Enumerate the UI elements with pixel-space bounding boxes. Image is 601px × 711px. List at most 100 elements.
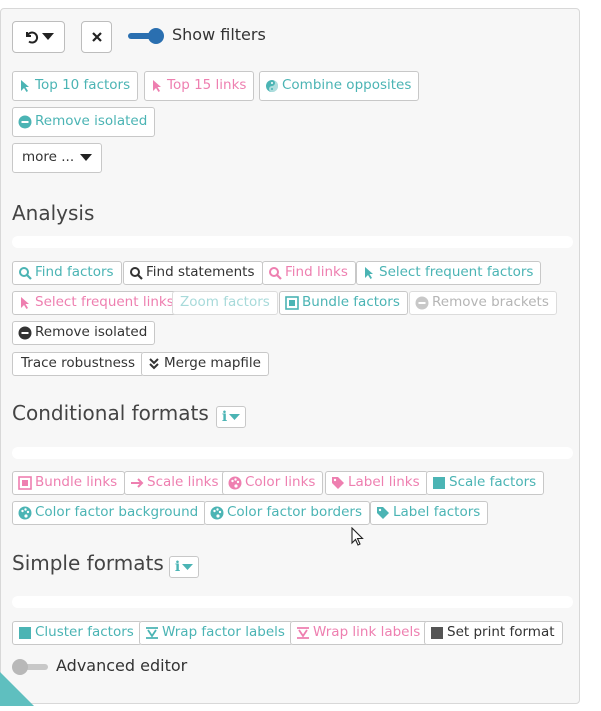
find-statements-button[interactable]: Find statements	[123, 261, 263, 285]
caret-down-icon	[182, 563, 194, 571]
select-frequent-factors-label: Select frequent factors	[379, 264, 534, 281]
bundle-icon	[285, 296, 299, 310]
color-links-label: Color links	[245, 474, 316, 491]
double-chevron-down-icon	[147, 357, 161, 371]
top-10-factors-label: Top 10 factors	[35, 77, 131, 94]
bundle-links-label: Bundle links	[35, 474, 118, 491]
minus-circle-icon	[18, 115, 32, 129]
simple-search-bar[interactable]	[12, 596, 573, 608]
scale-links-label: Scale links	[147, 474, 219, 491]
cluster-factors-button[interactable]: Cluster factors	[12, 621, 142, 645]
label-links-button[interactable]: Label links	[325, 471, 428, 495]
find-links-button[interactable]: Find links	[262, 261, 356, 285]
find-statements-label: Find statements	[146, 264, 255, 281]
remove-isolated-filter-button[interactable]: Remove isolated	[12, 107, 156, 137]
advanced-editor-toggle[interactable]	[12, 659, 50, 675]
undo-icon	[23, 29, 39, 45]
remove-brackets-label: Remove brackets	[432, 294, 549, 311]
arrow-right-icon	[130, 476, 144, 490]
find-links-label: Find links	[285, 264, 348, 281]
analysis-search-bar[interactable]	[12, 236, 573, 248]
square-icon	[432, 476, 446, 490]
color-factor-borders-label: Color factor borders	[227, 504, 362, 521]
zoom-factors-label: Zoom factors	[180, 294, 270, 311]
caret-down-icon	[80, 154, 93, 162]
scale-factors-label: Scale factors	[449, 474, 537, 491]
mouse-cursor-icon	[351, 526, 365, 551]
bundle-icon	[18, 476, 32, 490]
minus-circle-icon	[18, 326, 32, 340]
select-frequent-links-label: Select frequent links	[35, 294, 174, 311]
label-links-label: Label links	[348, 474, 420, 491]
cluster-factors-label: Cluster factors	[35, 624, 134, 641]
scale-factors-button[interactable]: Scale factors	[426, 471, 545, 495]
color-factor-background-label: Color factor background	[35, 504, 199, 521]
remove-isolated-button[interactable]: Remove isolated	[12, 321, 156, 345]
yin-yang-icon	[265, 79, 279, 93]
wrap-factor-labels-label: Wrap factor labels	[162, 624, 285, 641]
top-10-factors-button[interactable]: Top 10 factors	[12, 71, 139, 101]
conditional-search-bar[interactable]	[12, 447, 573, 459]
info-icon: i	[221, 409, 228, 425]
palette-icon	[18, 506, 32, 520]
find-factors-button[interactable]: Find factors	[12, 261, 122, 285]
search-icon	[129, 266, 143, 280]
wrap-factor-labels-button[interactable]: Wrap factor labels	[139, 621, 293, 645]
show-filters-label: Show filters	[172, 25, 266, 44]
color-links-button[interactable]: Color links	[222, 471, 324, 495]
simple-info-dropdown[interactable]: i	[169, 556, 199, 578]
show-filters-toggle[interactable]	[128, 28, 166, 44]
analysis-heading: Analysis	[12, 201, 95, 225]
remove-brackets-button[interactable]: Remove brackets	[409, 291, 557, 315]
remove-isolated-label: Remove isolated	[35, 324, 148, 341]
pointer-icon	[362, 266, 376, 280]
undo-dropdown-button[interactable]	[12, 21, 65, 53]
combine-opposites-label: Combine opposites	[282, 77, 412, 94]
select-frequent-factors-button[interactable]: Select frequent factors	[356, 261, 542, 285]
square-icon	[430, 626, 444, 640]
conditional-info-dropdown[interactable]: i	[216, 406, 246, 428]
wrap-text-icon	[145, 626, 159, 640]
palette-icon	[228, 476, 242, 490]
select-frequent-links-button[interactable]: Select frequent links	[12, 291, 182, 315]
more-dropdown-button[interactable]: more ...	[12, 143, 103, 173]
wrap-link-labels-button[interactable]: Wrap link labels	[290, 621, 429, 645]
combine-opposites-button[interactable]: Combine opposites	[259, 71, 420, 101]
caret-down-icon	[42, 33, 54, 41]
color-factor-background-button[interactable]: Color factor background	[12, 501, 207, 525]
color-factor-borders-button[interactable]: Color factor borders	[204, 501, 370, 525]
top-15-links-button[interactable]: Top 15 links	[144, 71, 255, 101]
caret-down-icon	[229, 413, 241, 421]
conditional-formats-heading: Conditional formats	[12, 401, 209, 425]
set-print-format-label: Set print format	[447, 624, 555, 641]
advanced-editor-label: Advanced editor	[56, 656, 188, 675]
bundle-factors-button[interactable]: Bundle factors	[279, 291, 408, 315]
search-icon	[268, 266, 282, 280]
scale-links-button[interactable]: Scale links	[124, 471, 227, 495]
corner-decoration	[0, 672, 34, 706]
minus-circle-icon	[415, 296, 429, 310]
palette-icon	[210, 506, 224, 520]
remove-isolated-filter-label: Remove isolated	[35, 113, 148, 130]
wrap-text-icon	[296, 626, 310, 640]
tag-icon	[331, 476, 345, 490]
trace-robustness-button[interactable]: Trace robustness	[12, 352, 144, 376]
close-button[interactable]	[81, 21, 112, 53]
more-label: more ...	[22, 149, 75, 166]
close-icon	[91, 32, 102, 42]
zoom-factors-button[interactable]: Zoom factors	[172, 291, 278, 315]
label-factors-button[interactable]: Label factors	[370, 501, 489, 525]
info-icon: i	[174, 559, 181, 575]
simple-formats-heading: Simple formats	[12, 551, 164, 575]
merge-mapfile-button[interactable]: Merge mapfile	[141, 352, 269, 376]
bundle-links-button[interactable]: Bundle links	[12, 471, 126, 495]
find-factors-label: Find factors	[35, 264, 114, 281]
search-icon	[18, 266, 32, 280]
square-icon	[18, 626, 32, 640]
pointer-icon	[18, 296, 32, 310]
pointer-icon	[150, 79, 164, 93]
bundle-factors-label: Bundle factors	[302, 294, 400, 311]
trace-robustness-label: Trace robustness	[21, 355, 135, 372]
set-print-format-button[interactable]: Set print format	[424, 621, 563, 645]
label-factors-label: Label factors	[393, 504, 481, 521]
